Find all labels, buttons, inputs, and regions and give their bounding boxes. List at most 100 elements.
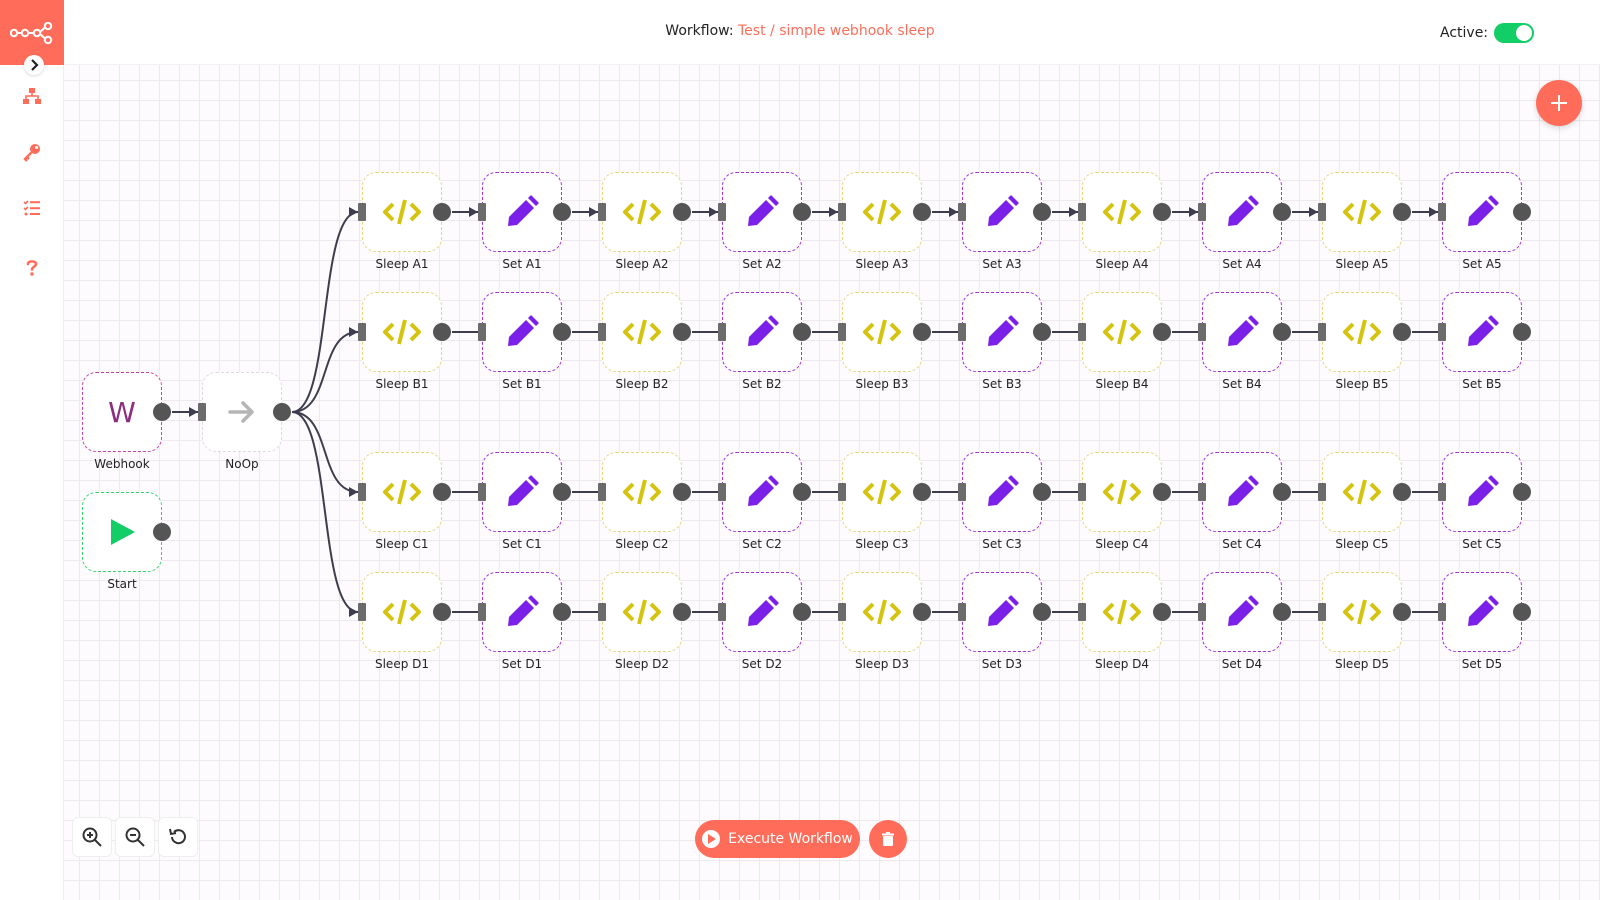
node-sleep-b3[interactable] xyxy=(842,292,922,372)
input-port[interactable] xyxy=(1318,483,1326,501)
output-port[interactable] xyxy=(1513,603,1531,621)
node-sleep-d3[interactable] xyxy=(842,572,922,652)
node-set-a3[interactable] xyxy=(962,172,1042,252)
node-set-b3[interactable] xyxy=(962,292,1042,372)
input-port[interactable] xyxy=(1198,323,1206,341)
node-sleep-b2[interactable] xyxy=(602,292,682,372)
input-port[interactable] xyxy=(1438,323,1446,341)
output-port[interactable] xyxy=(1153,323,1171,341)
output-port[interactable] xyxy=(273,403,291,421)
output-port[interactable] xyxy=(913,323,931,341)
output-port[interactable] xyxy=(1513,323,1531,341)
input-port[interactable] xyxy=(1318,603,1326,621)
input-port[interactable] xyxy=(478,483,486,501)
active-toggle[interactable] xyxy=(1494,23,1535,43)
output-port[interactable] xyxy=(1033,203,1051,221)
input-port[interactable] xyxy=(1078,323,1086,341)
output-port[interactable] xyxy=(1033,323,1051,341)
input-port[interactable] xyxy=(1198,483,1206,501)
input-port[interactable] xyxy=(1318,323,1326,341)
output-port[interactable] xyxy=(553,483,571,501)
node-set-c3[interactable] xyxy=(962,452,1042,532)
sidebar-expand-button[interactable] xyxy=(24,55,44,75)
output-port[interactable] xyxy=(1513,203,1531,221)
output-port[interactable] xyxy=(1273,203,1291,221)
input-port[interactable] xyxy=(598,323,606,341)
input-port[interactable] xyxy=(478,323,486,341)
output-port[interactable] xyxy=(1393,603,1411,621)
delete-workflow-button[interactable] xyxy=(869,820,907,858)
node-set-b1[interactable] xyxy=(482,292,562,372)
output-port[interactable] xyxy=(793,603,811,621)
output-port[interactable] xyxy=(1153,603,1171,621)
output-port[interactable] xyxy=(673,483,691,501)
input-port[interactable] xyxy=(1438,603,1446,621)
input-port[interactable] xyxy=(478,203,486,221)
output-port[interactable] xyxy=(553,203,571,221)
input-port[interactable] xyxy=(598,483,606,501)
input-port[interactable] xyxy=(1198,203,1206,221)
input-port[interactable] xyxy=(598,203,606,221)
output-port[interactable] xyxy=(793,483,811,501)
node-sleep-d4[interactable] xyxy=(1082,572,1162,652)
output-port[interactable] xyxy=(1393,483,1411,501)
node-sleep-c3[interactable] xyxy=(842,452,922,532)
input-port[interactable] xyxy=(358,603,366,621)
output-port[interactable] xyxy=(1393,203,1411,221)
output-port[interactable] xyxy=(1153,203,1171,221)
input-port[interactable] xyxy=(838,603,846,621)
input-port[interactable] xyxy=(1078,603,1086,621)
input-port[interactable] xyxy=(198,403,206,421)
node-set-a1[interactable] xyxy=(482,172,562,252)
input-port[interactable] xyxy=(718,203,726,221)
sidebar-item-workflows[interactable] xyxy=(18,82,46,110)
output-port[interactable] xyxy=(673,203,691,221)
output-port[interactable] xyxy=(433,323,451,341)
node-webhook[interactable]: W xyxy=(82,372,162,452)
node-sleep-a2[interactable] xyxy=(602,172,682,252)
node-set-c1[interactable] xyxy=(482,452,562,532)
node-sleep-c5[interactable] xyxy=(1322,452,1402,532)
node-sleep-d1[interactable] xyxy=(362,572,442,652)
node-set-b4[interactable] xyxy=(1202,292,1282,372)
output-port[interactable] xyxy=(153,403,171,421)
output-port[interactable] xyxy=(913,483,931,501)
input-port[interactable] xyxy=(1078,203,1086,221)
node-sleep-d2[interactable] xyxy=(602,572,682,652)
output-port[interactable] xyxy=(913,203,931,221)
node-sleep-a3[interactable] xyxy=(842,172,922,252)
output-port[interactable] xyxy=(553,323,571,341)
input-port[interactable] xyxy=(598,603,606,621)
node-set-d2[interactable] xyxy=(722,572,802,652)
output-port[interactable] xyxy=(433,603,451,621)
zoom-out-button[interactable] xyxy=(115,817,155,857)
input-port[interactable] xyxy=(838,483,846,501)
output-port[interactable] xyxy=(1273,603,1291,621)
node-sleep-c1[interactable] xyxy=(362,452,442,532)
node-set-d5[interactable] xyxy=(1442,572,1522,652)
node-sleep-c2[interactable] xyxy=(602,452,682,532)
input-port[interactable] xyxy=(1438,483,1446,501)
input-port[interactable] xyxy=(838,203,846,221)
input-port[interactable] xyxy=(958,323,966,341)
node-sleep-b1[interactable] xyxy=(362,292,442,372)
output-port[interactable] xyxy=(1033,603,1051,621)
workflow-name[interactable]: simple webhook sleep xyxy=(779,23,934,39)
reset-zoom-button[interactable] xyxy=(158,817,198,857)
node-set-c2[interactable] xyxy=(722,452,802,532)
node-set-c4[interactable] xyxy=(1202,452,1282,532)
output-port[interactable] xyxy=(793,203,811,221)
node-set-b2[interactable] xyxy=(722,292,802,372)
node-set-a2[interactable] xyxy=(722,172,802,252)
node-noop[interactable] xyxy=(202,372,282,452)
output-port[interactable] xyxy=(1153,483,1171,501)
zoom-in-button[interactable] xyxy=(72,817,112,857)
output-port[interactable] xyxy=(1273,483,1291,501)
input-port[interactable] xyxy=(718,323,726,341)
input-port[interactable] xyxy=(1198,603,1206,621)
output-port[interactable] xyxy=(1513,483,1531,501)
output-port[interactable] xyxy=(673,323,691,341)
node-sleep-d5[interactable] xyxy=(1322,572,1402,652)
input-port[interactable] xyxy=(1438,203,1446,221)
input-port[interactable] xyxy=(1318,203,1326,221)
